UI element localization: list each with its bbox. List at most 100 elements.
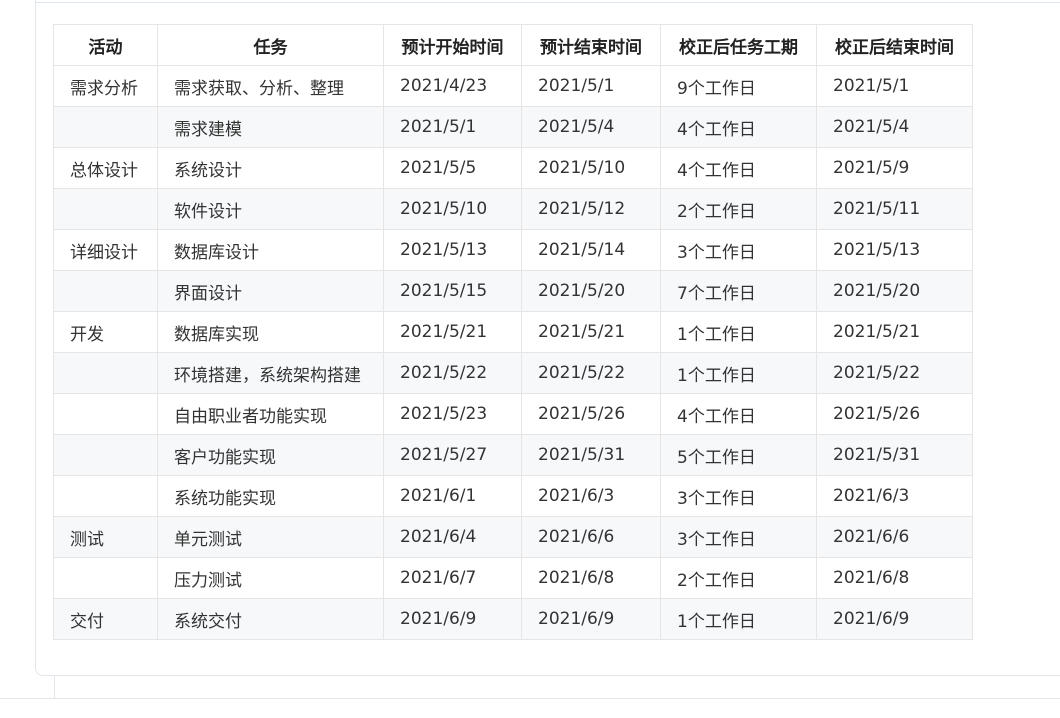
cell-corrected-duration: 7个工作日	[660, 270, 817, 312]
cell-planned-start: 2021/5/23	[383, 393, 522, 435]
cell-task: 客户功能实现	[157, 434, 384, 476]
cell-corrected-end: 2021/5/20	[816, 270, 973, 312]
cell-corrected-end: 2021/5/9	[816, 147, 973, 189]
footer-divider-tick	[54, 676, 55, 698]
cell-task: 软件设计	[157, 188, 384, 230]
cell-planned-start: 2021/5/21	[383, 311, 522, 353]
cell-corrected-duration: 1个工作日	[660, 311, 817, 353]
cell-task: 数据库设计	[157, 229, 384, 271]
cell-planned-start: 2021/5/13	[383, 229, 522, 271]
cell-corrected-duration: 3个工作日	[660, 516, 817, 558]
cell-corrected-duration: 4个工作日	[660, 106, 817, 148]
cell-task: 需求建模	[157, 106, 384, 148]
cell-planned-start: 2021/5/15	[383, 270, 522, 312]
cell-task: 单元测试	[157, 516, 384, 558]
cell-corrected-end: 2021/5/21	[816, 311, 973, 353]
table-row: 界面设计 2021/5/15 2021/5/20 7个工作日 2021/5/20	[53, 270, 973, 312]
cell-activity: 交付	[53, 598, 158, 640]
table-header-row: 活动 任务 预计开始时间 预计结束时间 校正后任务工期 校正后结束时间	[53, 24, 973, 66]
cell-activity: 总体设计	[53, 147, 158, 189]
cell-task: 需求获取、分析、整理	[157, 65, 384, 107]
table-row: 交付 系统交付 2021/6/9 2021/6/9 1个工作日 2021/6/9	[53, 598, 973, 640]
cell-activity: 测试	[53, 516, 158, 558]
table-row: 需求建模 2021/5/1 2021/5/4 4个工作日 2021/5/4	[53, 106, 973, 148]
cell-planned-end: 2021/5/20	[521, 270, 661, 312]
cell-activity	[53, 106, 158, 148]
cell-planned-end: 2021/5/10	[521, 147, 661, 189]
cell-task: 自由职业者功能实现	[157, 393, 384, 435]
cell-activity: 详细设计	[53, 229, 158, 271]
table-row: 自由职业者功能实现 2021/5/23 2021/5/26 4个工作日 2021/5/2…	[53, 393, 973, 435]
cell-planned-end: 2021/5/26	[521, 393, 661, 435]
table-row: 客户功能实现 2021/5/27 2021/5/31 5个工作日 2021/5/31	[53, 434, 973, 476]
column-header-corrected-end: 校正后结束时间	[816, 24, 973, 66]
cell-planned-start: 2021/5/22	[383, 352, 522, 394]
column-header-planned-end: 预计结束时间	[521, 24, 661, 66]
cell-planned-end: 2021/6/8	[521, 557, 661, 599]
cell-corrected-end: 2021/6/8	[816, 557, 973, 599]
cell-planned-start: 2021/5/5	[383, 147, 522, 189]
cell-corrected-duration: 2个工作日	[660, 188, 817, 230]
cell-planned-start: 2021/5/10	[383, 188, 522, 230]
cell-corrected-end: 2021/5/1	[816, 65, 973, 107]
cell-task: 环境搭建，系统架构搭建	[157, 352, 384, 394]
cell-planned-end: 2021/6/3	[521, 475, 661, 517]
cell-corrected-duration: 4个工作日	[660, 147, 817, 189]
page: 活动 任务 预计开始时间 预计结束时间 校正后任务工期 校正后结束时间 需求分析…	[0, 0, 1060, 718]
cell-planned-start: 2021/5/1	[383, 106, 522, 148]
table-row: 压力测试 2021/6/7 2021/6/8 2个工作日 2021/6/8	[53, 557, 973, 599]
column-header-activity: 活动	[53, 24, 158, 66]
cell-activity: 开发	[53, 311, 158, 353]
table-row: 详细设计 数据库设计 2021/5/13 2021/5/14 3个工作日 2021/5/1…	[53, 229, 973, 271]
column-header-corrected-duration: 校正后任务工期	[660, 24, 817, 66]
table-row: 软件设计 2021/5/10 2021/5/12 2个工作日 2021/5/11	[53, 188, 973, 230]
cell-activity	[53, 352, 158, 394]
cell-planned-end: 2021/5/14	[521, 229, 661, 271]
cell-corrected-end: 2021/5/22	[816, 352, 973, 394]
cell-corrected-duration: 1个工作日	[660, 352, 817, 394]
cell-planned-end: 2021/5/22	[521, 352, 661, 394]
schedule-table: 活动 任务 预计开始时间 预计结束时间 校正后任务工期 校正后结束时间 需求分析…	[53, 24, 973, 640]
cell-task: 系统功能实现	[157, 475, 384, 517]
cell-corrected-end: 2021/6/9	[816, 598, 973, 640]
cell-corrected-duration: 1个工作日	[660, 598, 817, 640]
cell-corrected-end: 2021/6/6	[816, 516, 973, 558]
cell-planned-end: 2021/5/1	[521, 65, 661, 107]
cell-activity	[53, 270, 158, 312]
card-top-border	[35, 2, 1060, 3]
table-body: 需求分析 需求获取、分析、整理 2021/4/23 2021/5/1 9个工作日 2021…	[53, 65, 973, 640]
cell-task: 界面设计	[157, 270, 384, 312]
cell-activity: 需求分析	[53, 65, 158, 107]
cell-planned-start: 2021/6/4	[383, 516, 522, 558]
cell-corrected-duration: 5个工作日	[660, 434, 817, 476]
cell-corrected-duration: 3个工作日	[660, 475, 817, 517]
column-header-task: 任务	[157, 24, 384, 66]
cell-task: 压力测试	[157, 557, 384, 599]
cell-corrected-end: 2021/5/26	[816, 393, 973, 435]
table-row: 总体设计 系统设计 2021/5/5 2021/5/10 4个工作日 2021/5/9	[53, 147, 973, 189]
cell-activity	[53, 393, 158, 435]
cell-activity	[53, 557, 158, 599]
cell-planned-end: 2021/6/6	[521, 516, 661, 558]
table-row: 系统功能实现 2021/6/1 2021/6/3 3个工作日 2021/6/3	[53, 475, 973, 517]
table-row: 环境搭建，系统架构搭建 2021/5/22 2021/5/22 1个工作日 2021/5…	[53, 352, 973, 394]
cell-activity	[53, 188, 158, 230]
cell-planned-start: 2021/6/7	[383, 557, 522, 599]
cell-corrected-end: 2021/5/31	[816, 434, 973, 476]
cell-planned-start: 2021/5/27	[383, 434, 522, 476]
cell-planned-end: 2021/5/4	[521, 106, 661, 148]
cell-planned-start: 2021/6/1	[383, 475, 522, 517]
cell-planned-end: 2021/5/21	[521, 311, 661, 353]
cell-activity	[53, 434, 158, 476]
cell-planned-start: 2021/6/9	[383, 598, 522, 640]
cell-task: 系统交付	[157, 598, 384, 640]
cell-planned-end: 2021/6/9	[521, 598, 661, 640]
cell-corrected-end: 2021/6/3	[816, 475, 973, 517]
cell-corrected-end: 2021/5/11	[816, 188, 973, 230]
table-row: 测试 单元测试 2021/6/4 2021/6/6 3个工作日 2021/6/6	[53, 516, 973, 558]
table-row: 需求分析 需求获取、分析、整理 2021/4/23 2021/5/1 9个工作日 2021…	[53, 65, 973, 107]
cell-corrected-duration: 9个工作日	[660, 65, 817, 107]
cell-planned-end: 2021/5/31	[521, 434, 661, 476]
cell-planned-end: 2021/5/12	[521, 188, 661, 230]
cell-activity	[53, 475, 158, 517]
